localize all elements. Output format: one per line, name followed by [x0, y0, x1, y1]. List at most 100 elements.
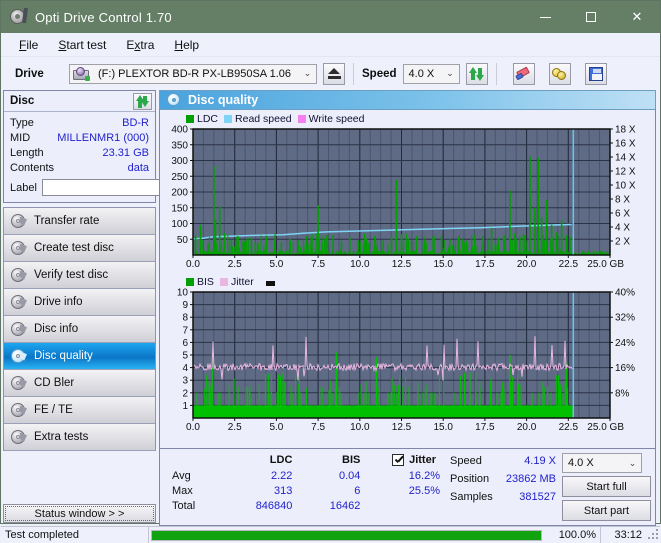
sidebar-item-transfer-rate[interactable]: Transfer rate: [4, 208, 155, 235]
drive-select[interactable]: (F:) PLEXTOR BD-R PX-LB950SA 1.06 ⌄: [69, 63, 317, 84]
disc-info-list: Type BD-R MID MILLENMR1 (000) Length 23.…: [4, 112, 247, 202]
start-full-button[interactable]: Start full: [562, 476, 651, 497]
refresh-icon: [136, 95, 149, 108]
svg-text:4: 4: [182, 363, 188, 374]
status-message: Test completed: [1, 527, 149, 543]
sidebar-item-extra-tests[interactable]: Extra tests: [4, 424, 155, 451]
disc-row-value: 23.31 GB: [102, 146, 149, 159]
drive-toolbar: Drive (F:) PLEXTOR BD-R PX-LB950SA 1.06 …: [1, 57, 660, 90]
disc-icon: [10, 402, 27, 418]
menu-bar: File Start test Extra Help: [1, 33, 660, 57]
svg-text:20.0: 20.0: [517, 422, 537, 433]
chevron-down-icon: ⌄: [303, 68, 312, 78]
sidebar-item-drive-info[interactable]: Drive info: [4, 289, 155, 316]
status-bar: Test completed 100.0% 33:12: [1, 526, 660, 543]
status-window-button[interactable]: Status window > >: [3, 504, 156, 523]
disc-icon: [10, 213, 27, 229]
window-title: Opti Drive Control 1.70: [35, 9, 172, 25]
sidebar-item-fe-te[interactable]: FE / TE: [4, 397, 155, 424]
svg-text:24%: 24%: [615, 338, 635, 349]
sidebar-item-label: Verify test disc: [34, 269, 109, 281]
bis-chart[interactable]: 1 2 3 4 5 6 7 8 9 10 8% 16% 24% 32% 40% 0.0 2.5 5.0 7.5 10.…: [162, 288, 653, 436]
svg-text:1: 1: [182, 401, 188, 412]
maximize-button[interactable]: [568, 1, 614, 33]
readout-value: 23862 MB: [505, 472, 556, 485]
speed-select-value: 4.0 X: [408, 67, 435, 80]
sidebar-item-create-test-disc[interactable]: Create test disc: [4, 235, 155, 262]
erase-button[interactable]: [512, 62, 535, 85]
svg-text:22.5: 22.5: [559, 259, 579, 270]
test-speed-select[interactable]: 4.0 X ⌄: [562, 453, 642, 473]
disc-panel-header: Disc: [4, 91, 155, 112]
disc-label-key: Label: [10, 181, 37, 194]
progress-bar: [149, 527, 544, 543]
coins-icon: [551, 67, 568, 81]
legend-item-bis: BIS: [186, 276, 214, 288]
svg-text:16%: 16%: [615, 363, 635, 374]
speed-label: Speed: [362, 67, 397, 80]
sidebar-item-disc-quality[interactable]: Disc quality: [4, 343, 155, 370]
app-icon: [9, 7, 29, 26]
progress-percent: 100.0%: [558, 529, 596, 541]
app-window: Opti Drive Control 1.70 ✕ File Start tes…: [0, 0, 661, 543]
svg-text:150: 150: [171, 203, 188, 214]
legend-swatch: [224, 114, 233, 123]
svg-text:40%: 40%: [615, 288, 635, 299]
menu-help[interactable]: Help: [164, 35, 209, 55]
disc-row-key: Contents: [10, 161, 55, 174]
refresh-button[interactable]: [465, 62, 488, 85]
sidebar-item-label: Drive info: [34, 296, 83, 308]
svg-text:32%: 32%: [615, 313, 635, 324]
svg-text:9: 9: [182, 300, 188, 311]
menu-start-test[interactable]: Start test: [48, 35, 116, 55]
disc-panel-title: Disc: [10, 95, 35, 107]
jitter-label: Jitter: [409, 454, 436, 466]
svg-text:15.0: 15.0: [433, 259, 453, 270]
svg-text:18 X: 18 X: [615, 125, 636, 136]
stats-col-bis: BIS: [342, 454, 361, 466]
sidebar-item-cd-bler[interactable]: CD Bler: [4, 370, 155, 397]
legend-label: Jitter: [230, 275, 254, 288]
menu-file[interactable]: File: [9, 35, 48, 55]
disc-refresh-button[interactable]: [133, 92, 152, 110]
start-part-button[interactable]: Start part: [562, 500, 651, 521]
coins-button[interactable]: [548, 62, 571, 85]
svg-text:3: 3: [182, 376, 188, 387]
resize-grip[interactable]: [648, 529, 660, 541]
sidebar-item-label: Transfer rate: [34, 215, 100, 227]
svg-text:5: 5: [182, 351, 188, 362]
readout-label: Speed: [450, 454, 482, 467]
save-icon: [588, 66, 603, 81]
svg-text:4 X: 4 X: [615, 223, 630, 234]
disc-row-contents: Contents data: [10, 160, 149, 175]
svg-text:10.0: 10.0: [350, 422, 370, 433]
test-speed-value: 4.0 X: [568, 457, 594, 469]
close-button[interactable]: ✕: [614, 1, 660, 33]
svg-text:10.0: 10.0: [350, 259, 370, 270]
ldc-chart[interactable]: 50 100 150 200 250 300 350 400 2 X 4 X 6 X 8 X 10 X 1…: [162, 125, 653, 273]
test-buttons: 4.0 X ⌄ Start full Start part: [562, 452, 651, 521]
stats-cell-jitter: 25.5%: [408, 484, 440, 497]
speed-select[interactable]: 4.0 X ⌄: [402, 63, 460, 84]
svg-text:6 X: 6 X: [615, 209, 630, 220]
legend-marker-black: [265, 276, 278, 288]
page-title: Disc quality: [188, 93, 259, 107]
svg-text:2 X: 2 X: [615, 237, 630, 248]
eject-button[interactable]: [323, 62, 345, 85]
svg-text:7.5: 7.5: [311, 259, 325, 270]
sidebar-item-disc-info[interactable]: Disc info: [4, 316, 155, 343]
svg-text:8%: 8%: [615, 388, 630, 399]
disc-row-mid: MID MILLENMR1 (000): [10, 130, 149, 145]
elapsed-time: 33:12: [600, 527, 646, 543]
disc-row-value: BD-R: [122, 116, 149, 129]
progress-fill: [152, 530, 541, 540]
menu-extra[interactable]: Extra: [116, 35, 164, 55]
save-button[interactable]: [584, 62, 607, 85]
readout-value: 4.19 X: [524, 454, 556, 467]
minimize-button[interactable]: [522, 1, 568, 33]
svg-text:0.0: 0.0: [186, 422, 200, 433]
sidebar-item-verify-test-disc[interactable]: Verify test disc: [4, 262, 155, 289]
sidebar-item-label: CD Bler: [34, 377, 75, 389]
svg-text:7.5: 7.5: [311, 422, 325, 433]
jitter-checkbox[interactable]: [392, 454, 405, 466]
